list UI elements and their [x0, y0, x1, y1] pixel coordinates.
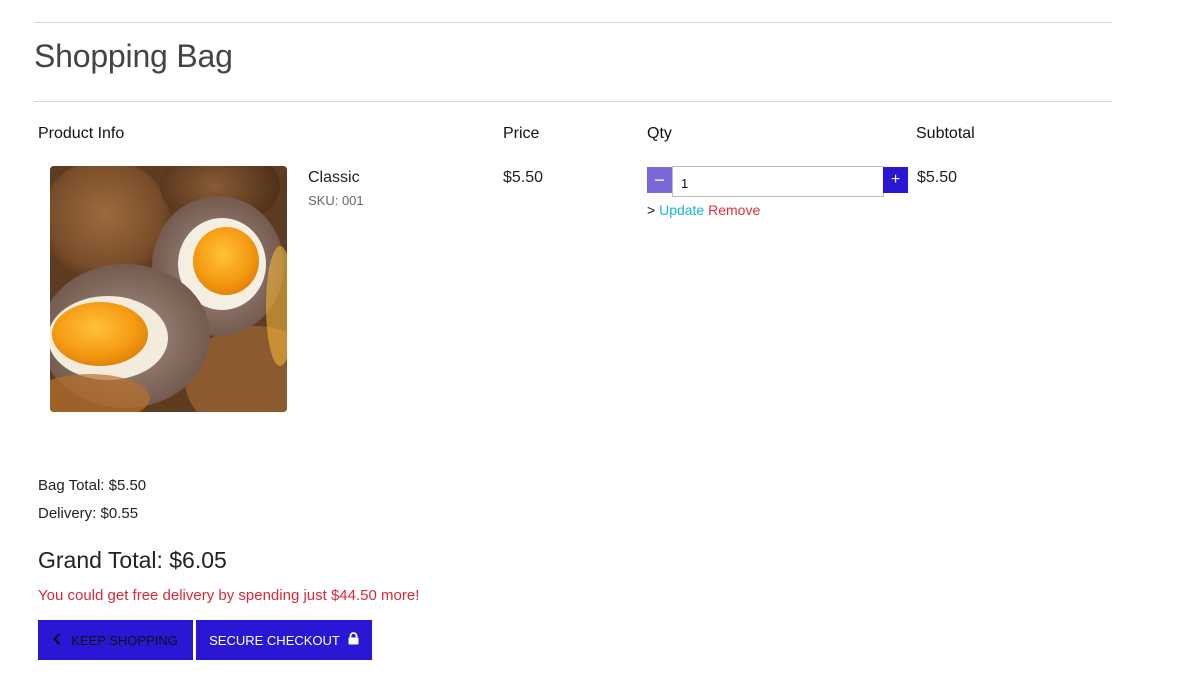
column-header-subtotal: Subtotal: [916, 125, 975, 142]
free-delivery-message: You could get free delivery by spending …: [38, 587, 420, 604]
lock-icon: [348, 632, 359, 648]
update-link[interactable]: Update: [659, 202, 704, 218]
column-header-qty: Qty: [647, 125, 672, 142]
secure-checkout-label: SECURE CHECKOUT: [209, 632, 340, 648]
keep-shopping-label: KEEP SHOPPING: [71, 632, 178, 648]
column-header-price: Price: [503, 125, 540, 142]
top-divider: [34, 22, 1112, 23]
qty-decrease-button[interactable]: −: [647, 167, 672, 193]
page-title: Shopping Bag: [34, 38, 233, 74]
remove-link[interactable]: Remove: [708, 202, 760, 218]
qty-increase-button[interactable]: +: [883, 167, 908, 193]
header-divider: [34, 101, 1112, 102]
keep-shopping-button[interactable]: KEEP SHOPPING: [38, 620, 193, 660]
grand-total: Grand Total: $6.05: [38, 547, 227, 573]
qty-actions-prefix: >: [647, 202, 656, 218]
bag-total: Bag Total: $5.50: [38, 477, 147, 494]
product-sku: SKU: 001: [308, 193, 364, 208]
delivery-cost: Delivery: $0.55: [38, 505, 139, 522]
item-price: $5.50: [503, 169, 544, 186]
product-image[interactable]: [50, 166, 287, 412]
item-subtotal: $5.50: [917, 169, 958, 186]
chevron-left-icon: [53, 632, 61, 648]
qty-actions: > Update Remove: [647, 202, 760, 218]
product-name: Classic: [308, 169, 360, 186]
column-header-product: Product Info: [38, 125, 125, 142]
quantity-input[interactable]: [672, 166, 884, 197]
secure-checkout-button[interactable]: SECURE CHECKOUT: [196, 620, 372, 660]
